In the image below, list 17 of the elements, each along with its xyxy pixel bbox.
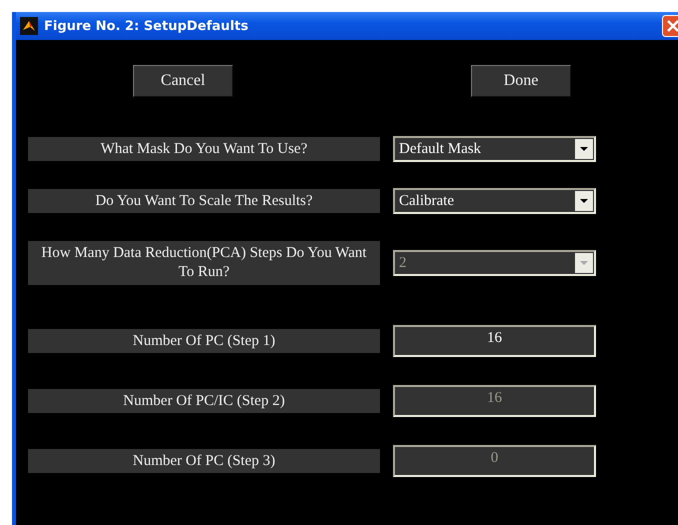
question-label: Do You Want To Scale The Results? (28, 189, 380, 213)
cancel-button[interactable]: Cancel (133, 65, 233, 97)
caret-icon (580, 199, 588, 203)
question-label: How Many Data Reduction(PCA) Steps Do You Want To Run? (28, 241, 380, 285)
close-icon[interactable] (662, 15, 678, 37)
app-icon (20, 17, 38, 35)
done-button[interactable]: Done (471, 65, 571, 97)
question-label: Number Of PC (Step 3) (28, 449, 380, 473)
caret-icon (580, 147, 588, 151)
question-label: What Mask Do You Want To Use? (28, 137, 380, 161)
question-label: Number Of PC (Step 1) (28, 329, 380, 353)
dropdown[interactable]: Default Mask (393, 136, 596, 162)
caret-icon (580, 261, 588, 265)
dropdown[interactable]: Calibrate (393, 188, 596, 214)
window-title: Figure No. 2: SetupDefaults (44, 18, 250, 34)
question-label: Number Of PC/IC (Step 2) (28, 389, 380, 413)
input-field[interactable]: 16 (393, 325, 596, 357)
